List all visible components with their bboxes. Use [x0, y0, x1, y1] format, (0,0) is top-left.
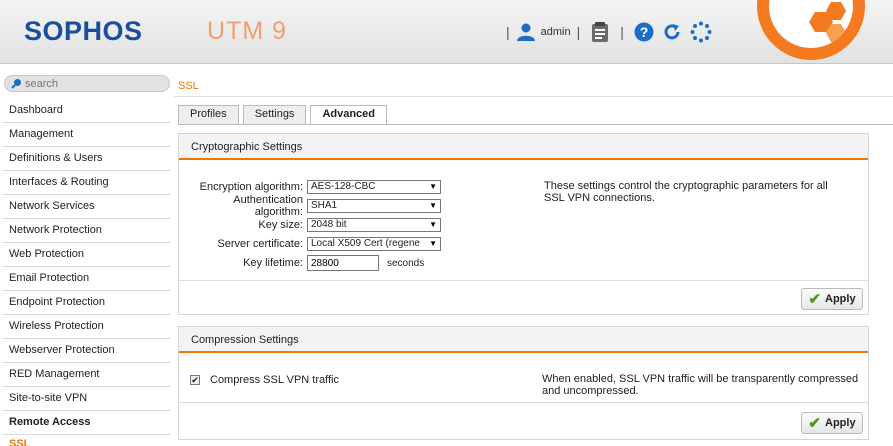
compress-label: Compress SSL VPN traffic [210, 374, 339, 386]
keysize-value: 2048 bit [311, 219, 347, 230]
sidebar-item-endpoint-protection[interactable]: Endpoint Protection [3, 291, 171, 315]
panel-title: Cryptographic Settings [179, 134, 868, 160]
sidebar-subitem-ssl[interactable]: SSL [3, 435, 171, 446]
dropdown-arrow-icon: ▼ [427, 181, 437, 193]
encryption-label: Encryption algorithm: [199, 181, 303, 193]
compression-apply-button[interactable]: ✔ Apply [801, 412, 863, 434]
dropdown-arrow-icon: ▼ [427, 200, 437, 212]
honeycomb-icon [809, 2, 846, 42]
compression-settings-panel: Compression Settings ✔ Compress SSL VPN … [178, 326, 869, 440]
checkmark-icon: ✔ [808, 291, 821, 308]
auth-value: SHA1 [311, 200, 338, 211]
encryption-value: AES-128-CBC [311, 181, 376, 192]
search-input[interactable] [25, 77, 165, 90]
sidebar-item-red-management[interactable]: RED Management [3, 363, 171, 387]
keysize-label: Key size: [258, 219, 303, 231]
tab-advanced[interactable]: Advanced [310, 105, 388, 125]
compress-checkbox[interactable]: ✔ [190, 375, 200, 385]
search-icon [11, 79, 21, 89]
compression-help-text: When enabled, SSL VPN traffic will be tr… [542, 373, 859, 397]
crypto-help-text: These settings control the cryptographic… [544, 180, 828, 204]
sidebar-item-email-protection[interactable]: Email Protection [3, 267, 171, 291]
search-field[interactable] [4, 75, 170, 92]
user-icon [516, 23, 535, 41]
auth-row: Authentication algorithm: SHA1 ▼ [182, 194, 441, 218]
activity-icon[interactable] [690, 21, 712, 43]
separator: | [506, 24, 510, 40]
keysize-row: Key size: 2048 bit ▼ [182, 217, 441, 233]
auth-select[interactable]: SHA1 ▼ [307, 199, 441, 213]
divider [174, 96, 893, 97]
product-name: UTM 9 [207, 17, 287, 45]
svg-text:?: ? [640, 24, 649, 40]
separator: | [620, 24, 624, 40]
auth-label: Authentication algorithm: [233, 194, 303, 218]
sidebar-item-network-protection[interactable]: Network Protection [3, 219, 171, 243]
sidebar-nav: Dashboard Management Definitions & Users… [3, 99, 171, 446]
encryption-select[interactable]: AES-128-CBC ▼ [307, 180, 441, 194]
panel-title: Compression Settings [179, 327, 868, 353]
keysize-select[interactable]: 2048 bit ▼ [307, 218, 441, 232]
clipboard-icon[interactable] [590, 21, 610, 43]
dropdown-arrow-icon: ▼ [427, 238, 437, 250]
user-menu[interactable]: admin [516, 22, 571, 42]
sidebar-item-dashboard[interactable]: Dashboard [3, 99, 171, 123]
sidebar-item-web-protection[interactable]: Web Protection [3, 243, 171, 267]
breadcrumb: SSL [178, 80, 199, 92]
username: admin [540, 26, 571, 38]
sidebar-item-definitions-users[interactable]: Definitions & Users [3, 147, 171, 171]
encryption-row: Encryption algorithm: AES-128-CBC ▼ [182, 179, 441, 195]
cert-value: Local X509 Cert (regene [311, 238, 420, 249]
separator: | [576, 24, 581, 40]
dropdown-arrow-icon: ▼ [427, 219, 437, 231]
tab-profiles[interactable]: Profiles [178, 105, 239, 124]
lifetime-input[interactable] [307, 255, 379, 271]
divider [179, 402, 868, 403]
sidebar-item-interfaces-routing[interactable]: Interfaces & Routing [3, 171, 171, 195]
tab-settings[interactable]: Settings [242, 105, 307, 124]
tab-bar: Profiles Settings Advanced [178, 105, 391, 125]
sidebar-item-wireless-protection[interactable]: Wireless Protection [3, 315, 171, 339]
sidebar-item-network-services[interactable]: Network Services [3, 195, 171, 219]
sidebar-item-webserver-protection[interactable]: Webserver Protection [3, 339, 171, 363]
crypto-apply-button[interactable]: ✔ Apply [801, 288, 863, 310]
header-toolbar: | admin | | ? [500, 18, 716, 46]
brand-badge [757, 0, 865, 60]
app-header: SOPHOS UTM 9 | admin | | ? [0, 0, 893, 64]
sidebar-item-management[interactable]: Management [3, 123, 171, 147]
crypto-settings-panel: Cryptographic Settings Encryption algori… [178, 133, 869, 315]
compress-row: ✔ Compress SSL VPN traffic [190, 374, 339, 386]
refresh-icon[interactable] [662, 22, 682, 42]
lifetime-row: Key lifetime: seconds [182, 255, 424, 271]
sidebar-item-site-to-site-vpn[interactable]: Site-to-site VPN [3, 387, 171, 411]
divider [179, 280, 868, 281]
sophos-logo: SOPHOS [24, 16, 143, 46]
divider [178, 124, 893, 125]
cert-label: Server certificate: [217, 238, 303, 250]
lifetime-unit: seconds [387, 257, 425, 269]
sidebar-item-remote-access[interactable]: Remote Access [3, 411, 171, 435]
cert-row: Server certificate: Local X509 Cert (reg… [182, 236, 441, 252]
checkmark-icon: ✔ [808, 415, 821, 432]
cert-select[interactable]: Local X509 Cert (regene ▼ [307, 237, 441, 251]
help-icon[interactable]: ? [634, 22, 654, 42]
lifetime-label: Key lifetime: [243, 257, 303, 269]
